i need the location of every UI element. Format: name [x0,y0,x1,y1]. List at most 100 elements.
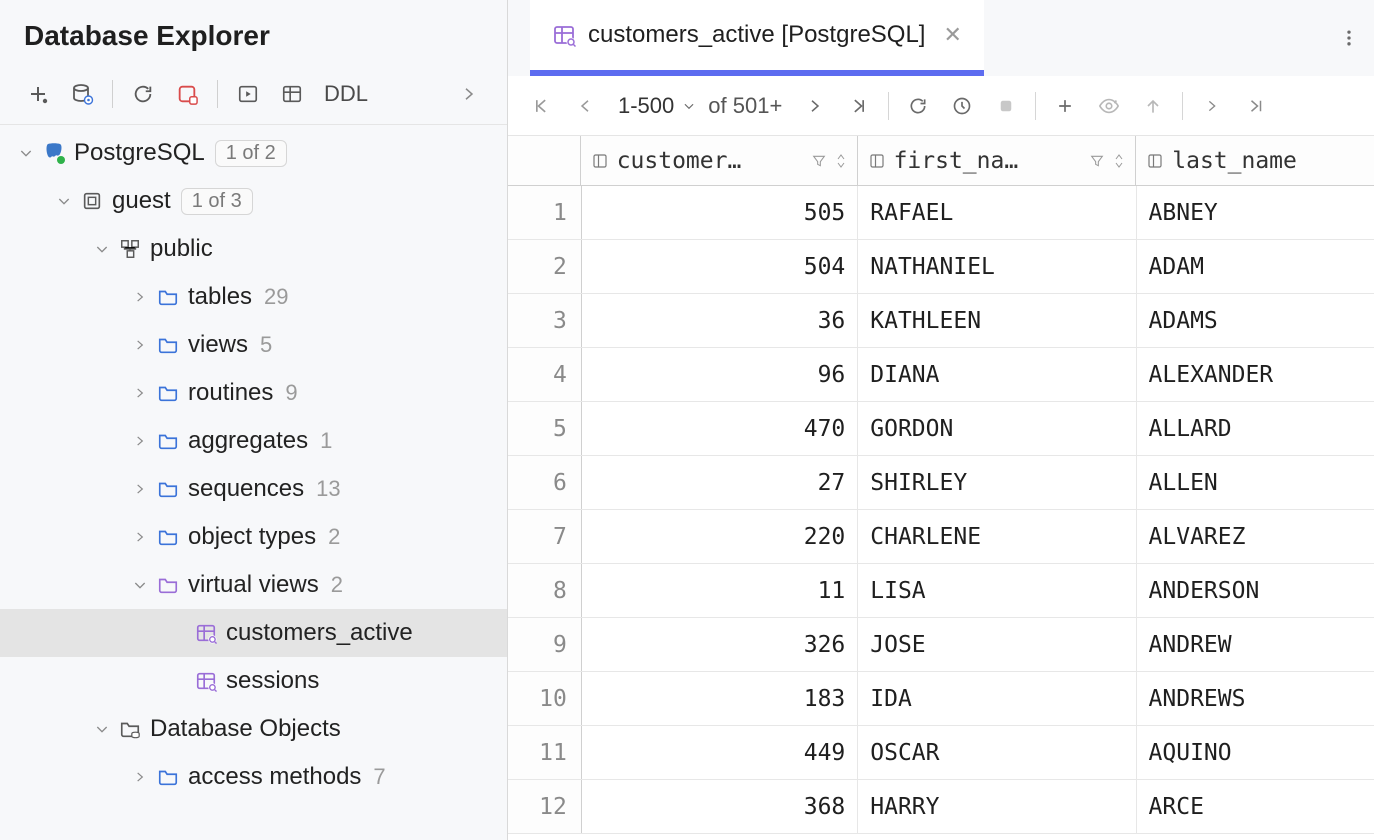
reload-button[interactable] [897,85,939,127]
chevron-right-icon [126,482,154,496]
cell-first-name[interactable]: IDA [858,672,1136,725]
table-row[interactable]: 12368HARRYARCE [508,780,1374,834]
cell-last-name[interactable]: ANDREWS [1137,672,1374,725]
cell-last-name[interactable]: ANDREW [1137,618,1374,671]
table-row[interactable]: 5470GORDONALLARD [508,402,1374,456]
cell-first-name[interactable]: RAFAEL [858,186,1136,239]
console-button[interactable] [228,74,268,114]
cell-last-name[interactable]: ALVAREZ [1137,510,1374,563]
cell-first-name[interactable]: HARRY [858,780,1136,833]
cell-customer-id[interactable]: 326 [582,618,858,671]
column-header-last-name[interactable]: last_name [1136,136,1374,185]
cell-first-name[interactable]: GORDON [858,402,1136,455]
column-header-first-name[interactable]: first_na… [858,136,1137,185]
cell-first-name[interactable]: JOSE [858,618,1136,671]
revert-button[interactable] [1132,85,1174,127]
table-row[interactable]: 336KATHLEENADAMS [508,294,1374,348]
cell-last-name[interactable]: ARCE [1137,780,1374,833]
cell-last-name[interactable]: ABNEY [1137,186,1374,239]
row-number: 8 [508,564,582,617]
cell-last-name[interactable]: ALEXANDER [1137,348,1374,401]
tree-item-postgresql[interactable]: PostgreSQL 1 of 2 [0,129,507,177]
cell-customer-id[interactable]: 27 [582,456,858,509]
stop-button[interactable] [167,74,207,114]
cell-last-name[interactable]: ANDERSON [1137,564,1374,617]
refresh-button[interactable] [123,74,163,114]
ddl-button[interactable]: DDL [316,81,376,107]
cell-first-name[interactable]: SHIRLEY [858,456,1136,509]
close-tab-button[interactable]: ✕ [943,22,961,48]
table-view-button[interactable] [272,74,312,114]
table-row[interactable]: 811LISAANDERSON [508,564,1374,618]
tree-item-routines[interactable]: routines 9 [0,369,507,417]
tab-more-button[interactable] [1324,28,1374,48]
database-settings-button[interactable] [62,74,102,114]
cell-first-name[interactable]: KATHLEEN [858,294,1136,347]
cell-customer-id[interactable]: 183 [582,672,858,725]
add-row-button[interactable] [1044,85,1086,127]
cell-last-name[interactable]: ADAM [1137,240,1374,293]
cell-customer-id[interactable]: 220 [582,510,858,563]
cell-first-name[interactable]: OSCAR [858,726,1136,779]
tree-item-tables[interactable]: tables 29 [0,273,507,321]
tree-item-sequences[interactable]: sequences 13 [0,465,507,513]
cell-customer-id[interactable]: 505 [582,186,858,239]
separator [888,92,889,120]
filter-icon[interactable] [1089,153,1105,169]
history-button[interactable] [941,85,983,127]
virtual-view-icon [192,622,220,644]
table-row[interactable]: 11449OSCARAQUINO [508,726,1374,780]
last-page-button[interactable] [838,85,880,127]
cell-last-name[interactable]: ALLARD [1137,402,1374,455]
table-row[interactable]: 10183IDAANDREWS [508,672,1374,726]
tree-count: 5 [260,332,272,358]
tree-item-customers-active[interactable]: customers_active [0,609,507,657]
table-row[interactable]: 7220CHARLENEALVAREZ [508,510,1374,564]
scroll-end-button[interactable] [1235,85,1277,127]
table-row[interactable]: 9326JOSEANDREW [508,618,1374,672]
cell-customer-id[interactable]: 368 [582,780,858,833]
tree-item-access-methods[interactable]: access methods 7 [0,753,507,801]
prev-page-button[interactable] [564,85,606,127]
cell-customer-id[interactable]: 36 [582,294,858,347]
cell-customer-id[interactable]: 470 [582,402,858,455]
tree-item-aggregates[interactable]: aggregates 1 [0,417,507,465]
tree-item-virtual-views[interactable]: virtual views 2 [0,561,507,609]
table-row[interactable]: 1505RAFAELABNEY [508,186,1374,240]
row-number-header[interactable] [508,136,581,185]
page-range-selector[interactable]: 1-500 of 501+ [608,93,792,119]
first-page-button[interactable] [520,85,562,127]
tree-item-sessions[interactable]: sessions [0,657,507,705]
sort-icon[interactable] [1113,153,1125,169]
namespace-icon [116,238,144,260]
table-row[interactable]: 496DIANAALEXANDER [508,348,1374,402]
cell-first-name[interactable]: LISA [858,564,1136,617]
table-row[interactable]: 627SHIRLEYALLEN [508,456,1374,510]
cell-customer-id[interactable]: 96 [582,348,858,401]
cell-first-name[interactable]: CHARLENE [858,510,1136,563]
cell-customer-id[interactable]: 11 [582,564,858,617]
more-tools-button[interactable] [449,74,489,114]
stop-query-button[interactable] [985,85,1027,127]
sort-icon[interactable] [835,153,847,169]
next-page-button[interactable] [794,85,836,127]
cell-customer-id[interactable]: 504 [582,240,858,293]
cell-last-name[interactable]: ALLEN [1137,456,1374,509]
cell-last-name[interactable]: AQUINO [1137,726,1374,779]
cell-first-name[interactable]: NATHANIEL [858,240,1136,293]
add-button[interactable] [18,74,58,114]
cell-first-name[interactable]: DIANA [858,348,1136,401]
submit-button[interactable] [1088,85,1130,127]
tree-item-views[interactable]: views 5 [0,321,507,369]
filter-icon[interactable] [811,153,827,169]
cell-customer-id[interactable]: 449 [582,726,858,779]
cell-last-name[interactable]: ADAMS [1137,294,1374,347]
tree-item-database-objects[interactable]: Database Objects [0,705,507,753]
scroll-right-button[interactable] [1191,85,1233,127]
tree-item-public[interactable]: public [0,225,507,273]
column-header-customer-id[interactable]: customer… [581,136,858,185]
tab-customers-active[interactable]: customers_active [PostgreSQL] ✕ [530,0,984,76]
tree-item-object-types[interactable]: object types 2 [0,513,507,561]
tree-item-guest[interactable]: guest 1 of 3 [0,177,507,225]
table-row[interactable]: 2504NATHANIELADAM [508,240,1374,294]
